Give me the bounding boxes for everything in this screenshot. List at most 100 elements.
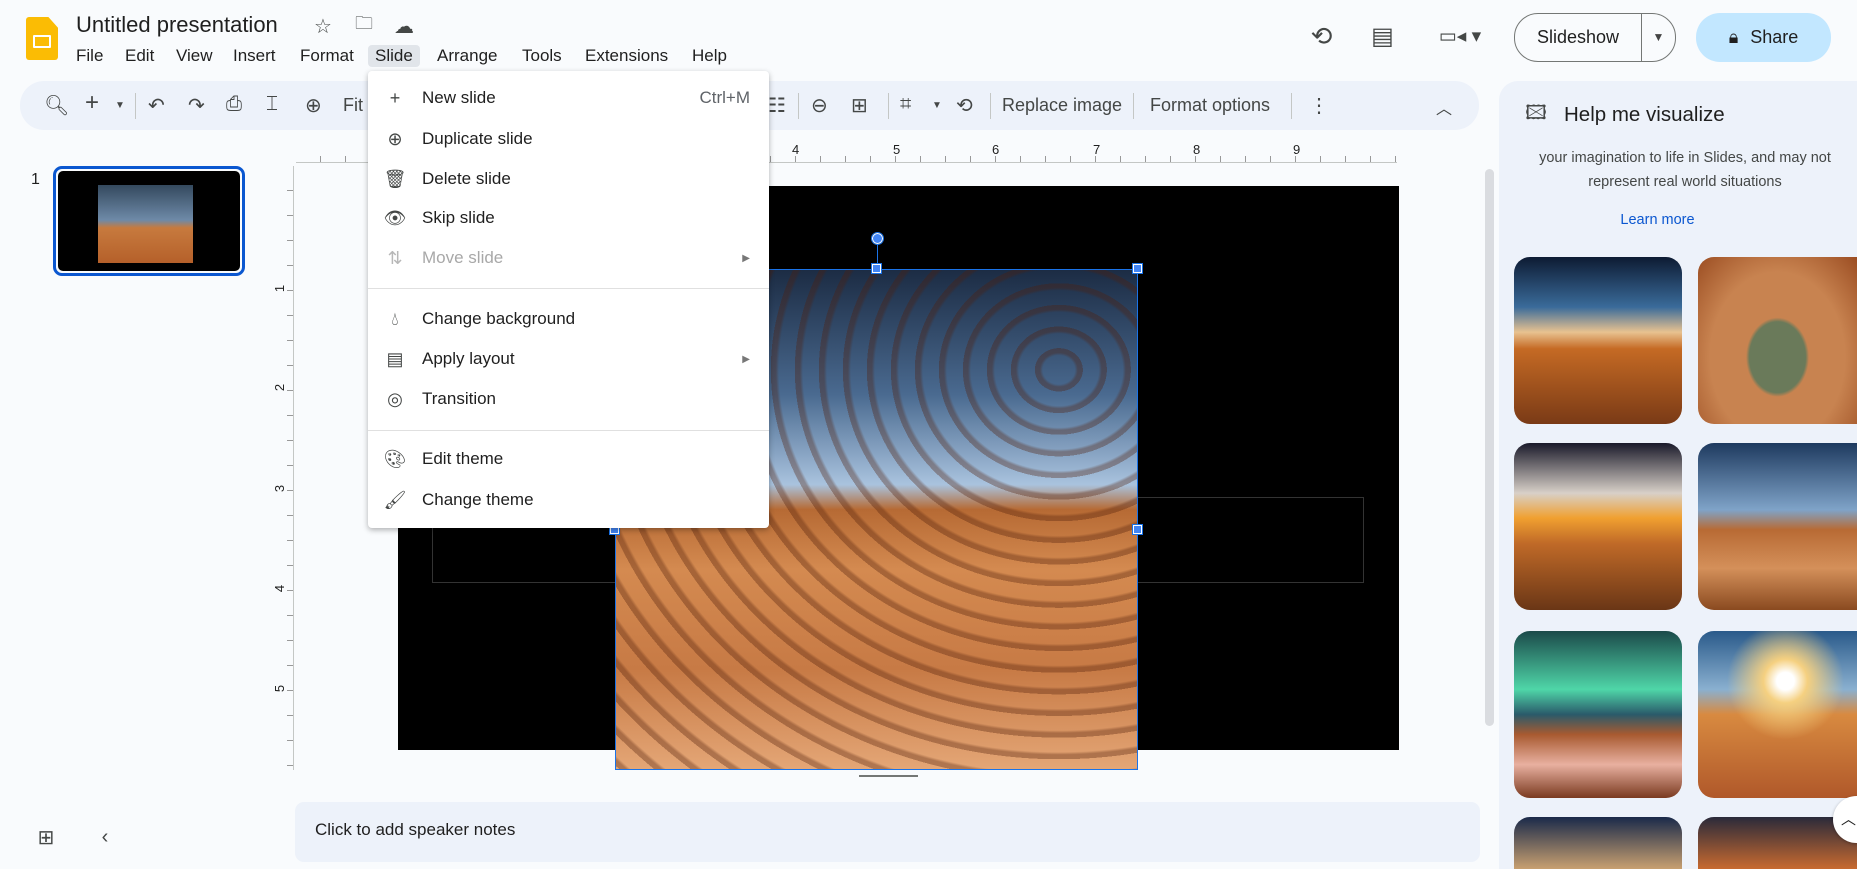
menu-insert[interactable]: Insert: [226, 45, 283, 67]
zoom-select[interactable]: Fit: [343, 95, 363, 116]
reset-image-icon[interactable]: ⟲: [956, 93, 973, 118]
transition-icon: ◎: [387, 388, 403, 409]
slideshow-label[interactable]: Slideshow: [1515, 14, 1642, 61]
menu-item-label: Change theme: [422, 490, 534, 509]
menu-extensions[interactable]: Extensions: [578, 45, 675, 67]
lock-icon: 🔒︎: [1728, 27, 1739, 47]
share-label: Share: [1750, 27, 1799, 47]
crop-dropdown-icon[interactable]: ▼: [932, 100, 942, 111]
menu-help[interactable]: Help: [685, 45, 734, 67]
ruler-tick: 9: [1293, 142, 1301, 157]
menu-divider: [368, 430, 769, 431]
menu-item-change-background[interactable]: 💧︎ Change background: [368, 300, 769, 338]
slide-thumbnail[interactable]: [53, 166, 245, 276]
notes-resize-handle[interactable]: [859, 775, 918, 777]
new-slide-dropdown-icon[interactable]: ▼: [115, 100, 125, 111]
resize-handle[interactable]: [1132, 524, 1143, 535]
slides-logo[interactable]: [26, 17, 58, 60]
ruler-tick: 1: [272, 284, 288, 293]
new-slide-icon[interactable]: +: [85, 89, 99, 117]
learn-more-link[interactable]: Learn more: [1499, 212, 1816, 228]
ruler-tick: 8: [1193, 142, 1201, 157]
slideshow-dropdown-icon[interactable]: ▼: [1642, 14, 1675, 61]
paint-format-icon[interactable]: ⌶: [266, 93, 278, 116]
menu-slide[interactable]: Slide: [368, 45, 420, 67]
generated-image[interactable]: [1698, 443, 1857, 610]
trash-icon: 🗑︎: [383, 168, 407, 189]
menu-item-new-slide[interactable]: + New slide Ctrl+M: [368, 79, 769, 117]
duplicate-icon: ⊕: [387, 128, 403, 149]
menu-item-label: New slide: [422, 88, 496, 107]
undo-icon[interactable]: ↶: [148, 93, 165, 118]
meet-icon[interactable]: ▭◂ ▾: [1433, 21, 1487, 52]
more-icon[interactable]: ⋮: [1309, 93, 1329, 118]
generated-image[interactable]: [1514, 817, 1682, 869]
add-comment-icon[interactable]: ⊞: [851, 93, 868, 118]
resize-handle[interactable]: [871, 263, 882, 274]
version-history-icon[interactable]: ⟲: [1306, 21, 1337, 52]
crop-icon[interactable]: ⌗: [900, 93, 911, 116]
menu-item-label: Skip slide: [422, 208, 495, 227]
menu-item-move-slide: ⇅ Move slide ▶: [368, 239, 769, 277]
generated-image[interactable]: [1514, 257, 1682, 424]
comments-icon[interactable]: ▤: [1367, 21, 1398, 52]
ruler-tick: 7: [1093, 142, 1101, 157]
cloud-status-icon[interactable]: ☁: [391, 13, 417, 39]
scrollbar[interactable]: [1485, 169, 1494, 726]
drop-icon: 💧︎: [391, 308, 399, 329]
menu-item-apply-layout[interactable]: ▤ Apply layout ▶: [368, 340, 769, 378]
panel-title: Help me visualize: [1564, 103, 1725, 126]
menu-file[interactable]: File: [69, 45, 110, 67]
menu-format[interactable]: Format: [293, 45, 361, 67]
menu-item-delete-slide[interactable]: 🗑︎ Delete slide: [368, 160, 769, 198]
share-button[interactable]: 🔒︎ Share: [1696, 13, 1831, 62]
generated-image[interactable]: [1514, 631, 1682, 798]
rotate-handle[interactable]: [871, 232, 884, 245]
generated-image[interactable]: [1698, 631, 1857, 798]
submenu-arrow-icon: ▶: [742, 252, 750, 264]
document-title[interactable]: Untitled presentation: [76, 12, 278, 38]
generated-image[interactable]: [1698, 257, 1857, 424]
generated-image[interactable]: [1514, 443, 1682, 610]
move-folder-icon[interactable]: 🗀: [351, 13, 377, 39]
shortcut: Ctrl+M: [699, 88, 750, 107]
zoom-icon[interactable]: ⊕: [305, 93, 322, 118]
star-icon[interactable]: ☆: [310, 13, 336, 39]
print-icon[interactable]: ⎙: [226, 93, 242, 116]
collapse-toolbar-icon[interactable]: ︿: [1436, 95, 1452, 119]
ruler-tick: 4: [792, 142, 800, 157]
collapse-filmstrip-icon[interactable]: ‹: [92, 824, 118, 850]
search-menus-icon[interactable]: 🔍︎: [44, 93, 69, 118]
plus-icon: +: [389, 87, 401, 108]
link-icon[interactable]: ⊖: [811, 93, 828, 118]
menu-view[interactable]: View: [169, 45, 220, 67]
menu-item-skip-slide[interactable]: 👁︎ Skip slide: [368, 199, 769, 237]
redo-icon[interactable]: ↷: [188, 93, 205, 118]
menu-edit[interactable]: Edit: [118, 45, 161, 67]
ruler-tick: 2: [272, 383, 288, 392]
ruler-tick: 3: [272, 484, 288, 493]
slideshow-button[interactable]: Slideshow ▼: [1514, 13, 1676, 62]
menu-arrange[interactable]: Arrange: [430, 45, 504, 67]
menu-item-transition[interactable]: ◎ Transition: [368, 380, 769, 418]
format-options-button[interactable]: Format options: [1150, 95, 1270, 116]
eye-icon: 👁︎: [383, 207, 407, 228]
slide-number: 1: [31, 171, 40, 188]
panel-description: your imagination to life in Slides, and …: [1539, 150, 1831, 190]
menu-item-label: Edit theme: [422, 449, 504, 468]
ruler-tick: 4: [272, 584, 288, 593]
menu-item-label: Apply layout: [422, 349, 515, 368]
grid-view-icon[interactable]: ⊞: [33, 824, 59, 850]
menu-tools[interactable]: Tools: [515, 45, 569, 67]
image-options-icon[interactable]: ☷: [768, 93, 786, 118]
menu-item-change-theme[interactable]: 🖌︎ Change theme: [368, 481, 769, 519]
replace-image-button[interactable]: Replace image: [1002, 95, 1122, 116]
menu-item-label: Move slide: [422, 248, 504, 267]
menu-item-duplicate-slide[interactable]: ⊕ Duplicate slide: [368, 120, 769, 158]
slide-menu: + New slide Ctrl+M ⊕ Duplicate slide 🗑︎ Dele…: [368, 71, 769, 528]
menu-item-edit-theme[interactable]: 🎨︎ Edit theme: [368, 440, 769, 478]
resize-handle[interactable]: [1132, 263, 1143, 274]
menu-item-label: Transition: [422, 389, 497, 408]
speaker-notes[interactable]: Click to add speaker notes: [295, 802, 1480, 862]
menu-item-label: Duplicate slide: [422, 129, 533, 148]
